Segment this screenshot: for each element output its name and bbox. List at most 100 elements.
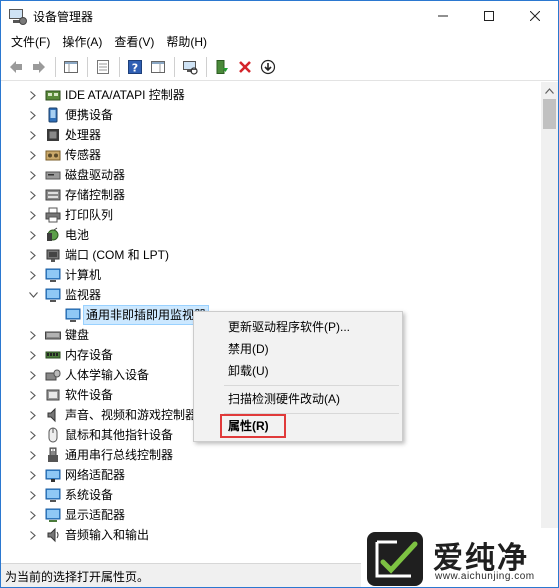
watermark-url: www.aichunjing.com [435,571,535,582]
chevron-right-icon[interactable] [27,485,39,505]
chevron-right-icon[interactable] [27,325,39,345]
tree-category-item[interactable]: 磁盘驱动器 [1,165,541,185]
menu-action[interactable]: 操作(A) [56,32,108,52]
minimize-icon [438,15,448,17]
context-menu-separator [224,385,399,386]
tree-category-item[interactable]: 端口 (COM 和 LPT) [1,245,541,265]
show-hide-console-button[interactable] [92,56,114,78]
chevron-right-icon[interactable] [27,125,39,145]
download-driver-button[interactable] [257,56,279,78]
tree-item-label: 电池 [65,228,90,242]
watermark-logo-icon [367,532,423,586]
chevron-right-icon[interactable] [27,365,39,385]
uninstall-button[interactable] [234,56,256,78]
tree-category-item[interactable]: 便携设备 [1,105,541,125]
device-manager-icon [9,8,27,25]
menu-disable[interactable]: 禁用(D) [228,339,269,359]
tree-item-label: 通用非即插即用监视器 [83,305,210,325]
tree-category-item[interactable]: 打印队列 [1,205,541,225]
mouse-icon [48,427,58,443]
menu-uninstall[interactable]: 卸载(U) [228,361,269,381]
tree-item-label: 端口 (COM 和 LPT) [65,248,169,262]
action-pane-icon [151,60,165,73]
chevron-right-icon[interactable] [27,465,39,485]
menu-help[interactable]: 帮助(H) [160,32,213,52]
tree-category-item[interactable]: 电池 [1,225,541,245]
scan-hardware-button[interactable] [179,56,201,78]
scroll-up-button[interactable] [541,82,558,99]
tree-item-label: 网络适配器 [65,468,126,482]
monitor-icon [65,308,81,322]
window-title: 设备管理器 [33,9,94,24]
chevron-right-icon[interactable] [27,265,39,285]
download-driver-icon [260,59,276,74]
chevron-right-icon[interactable] [27,145,39,165]
tree-item-label: 磁盘驱动器 [65,168,126,182]
tree-category-item[interactable]: IDE ATA/ATAPI 控制器 [1,85,541,105]
menu-file[interactable]: 文件(F) [5,32,56,52]
menu-view[interactable]: 查看(V) [108,32,160,52]
uninstall-icon [239,60,251,73]
menu-update-driver[interactable]: 更新驱动程序软件(P)... [228,317,350,337]
tree-item-label: 存储控制器 [65,188,126,202]
help-button[interactable]: ? [124,56,146,78]
vertical-scrollbar[interactable] [541,82,558,561]
close-icon [530,11,540,21]
close-button[interactable] [512,1,558,31]
tree-item-label: 声音、视频和游戏控制器 [65,408,198,422]
tree-category-item[interactable]: 监视器 [1,285,541,305]
chevron-right-icon[interactable] [27,425,39,445]
chevron-right-icon[interactable] [27,525,39,545]
chevron-right-icon[interactable] [27,345,39,365]
disk-drive-icon [45,171,61,180]
chevron-right-icon[interactable] [27,405,39,425]
toolbar: ? [1,53,558,81]
tree-item-label: IDE ATA/ATAPI 控制器 [65,88,185,102]
chevron-right-icon[interactable] [27,205,39,225]
tree-item-label: 软件设备 [65,388,114,402]
tree-category-item[interactable]: 网络适配器 [1,465,541,485]
minimize-button[interactable] [420,1,466,31]
tree-category-item[interactable]: 计算机 [1,265,541,285]
tree-item-label: 计算机 [65,268,102,282]
forward-button[interactable] [28,56,50,78]
properties-highlight-box [220,414,286,438]
tree-item-label: 便携设备 [65,108,114,122]
enable-device-icon [216,59,228,74]
battery-icon [47,227,59,241]
scroll-thumb[interactable] [543,99,556,129]
network-adapter-icon [45,469,61,482]
maximize-button[interactable] [466,1,512,31]
forward-arrow-icon [33,60,45,73]
back-button[interactable] [5,56,27,78]
properties-panel-button[interactable] [60,56,82,78]
tree-item-label: 监视器 [65,288,102,302]
chevron-down-icon[interactable] [27,285,39,305]
menu-scan-hardware[interactable]: 扫描检测硬件改动(A) [228,389,340,409]
chevron-right-icon[interactable] [27,165,39,185]
title-bar: 设备管理器 [1,1,558,31]
chevron-right-icon[interactable] [27,445,39,465]
ide-controller-icon [45,90,61,101]
tree-category-item[interactable]: 显示适配器 [1,505,541,525]
chevron-right-icon[interactable] [27,245,39,265]
action-pane-button[interactable] [147,56,169,78]
chevron-right-icon[interactable] [27,105,39,125]
toolbar-separator [174,56,175,77]
chevron-right-icon[interactable] [27,85,39,105]
status-text: 为当前的选择打开属性页。 [5,570,150,584]
tree-category-item[interactable]: 通用串行总线控制器 [1,445,541,465]
tree-category-item[interactable]: 系统设备 [1,485,541,505]
toolbar-separator [119,56,120,77]
tree-category-item[interactable]: 存储控制器 [1,185,541,205]
enable-device-button[interactable] [211,56,233,78]
tree-category-item[interactable]: 传感器 [1,145,541,165]
chevron-right-icon[interactable] [27,225,39,245]
chevron-right-icon[interactable] [27,385,39,405]
chevron-right-icon[interactable] [27,505,39,525]
device-manager-window: 设备管理器 文件(F) 操作(A) 查看(V) 帮助(H) ? IDE ATA/… [0,0,559,588]
chevron-right-icon[interactable] [27,185,39,205]
tree-category-item[interactable]: 处理器 [1,125,541,145]
scan-hardware-icon [183,60,198,75]
system-device-icon [45,488,61,502]
